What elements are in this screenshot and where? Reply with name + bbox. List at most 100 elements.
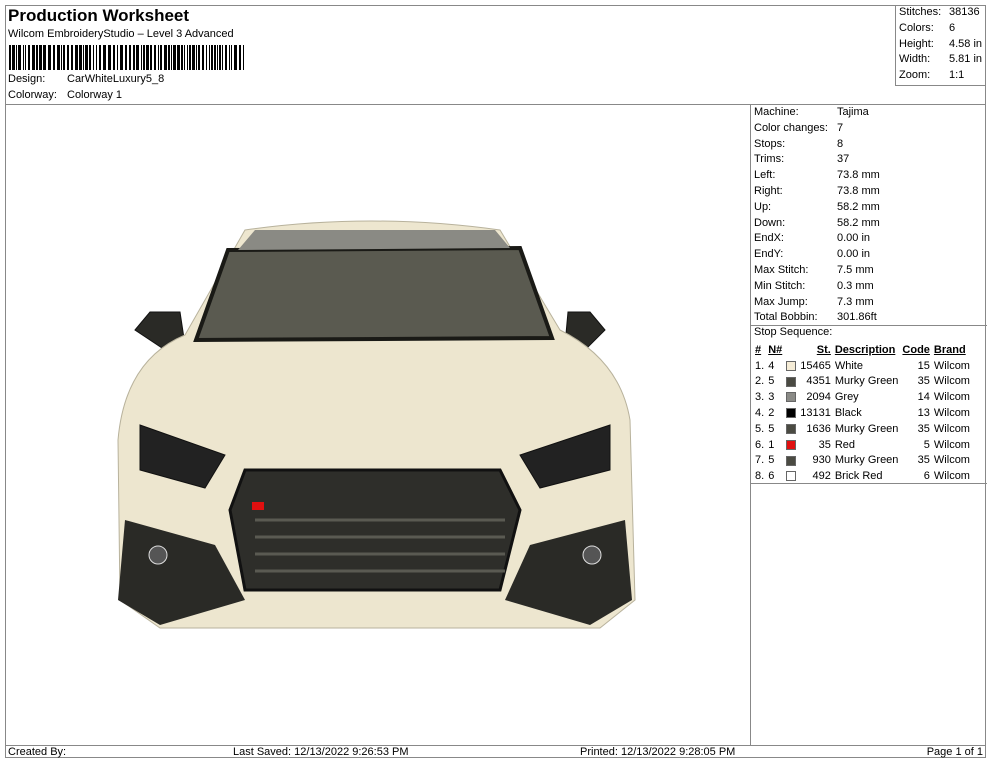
brand: Wilcom xyxy=(933,391,970,404)
stop-index: 1. xyxy=(755,359,765,372)
code: 35 xyxy=(917,422,930,435)
car-windshield xyxy=(193,245,555,343)
stop-sequence-label: Stop Sequence: xyxy=(754,326,833,338)
column-header: Brand xyxy=(933,343,966,356)
code: 5 xyxy=(923,438,930,451)
description: Brick Red xyxy=(834,470,883,483)
description: Black xyxy=(834,407,862,420)
code: 35 xyxy=(917,375,930,388)
stop-sequence-table: # N# St. Description Code Brand 1. 4 15465 White… xyxy=(753,342,972,484)
color-swatch xyxy=(784,437,798,453)
page-number: Page 1 of 1 xyxy=(926,746,983,758)
needle: 5 xyxy=(768,454,775,467)
machine-key: Right: xyxy=(754,185,783,197)
summary-value: 38136 xyxy=(949,6,980,18)
machine-key: Color changes: xyxy=(754,121,828,134)
machine-key: Left: xyxy=(754,169,776,182)
machine-value: 8 xyxy=(837,137,844,150)
stitches: 930 xyxy=(812,454,831,467)
car-badge-red xyxy=(252,502,264,510)
machine-row: Down: 58.2 mm xyxy=(754,216,880,229)
footer: Created By: Last Saved: 12/13/2022 9:26:… xyxy=(5,745,986,758)
design-preview xyxy=(6,106,749,744)
machine-key: EndX: xyxy=(754,232,784,245)
description: Red xyxy=(834,438,856,451)
stitches: 35 xyxy=(818,438,831,451)
design-row: Design: CarWhiteLuxury5_8 xyxy=(8,73,164,85)
machine-info-panel: Stop Sequence: # N# St. Description Code Bran… xyxy=(750,105,987,745)
brand: Wilcom xyxy=(933,470,970,483)
stop-index: 3. xyxy=(755,391,765,404)
machine-value: 301.86ft xyxy=(837,311,877,324)
stitches: 2094 xyxy=(806,391,831,404)
software-name: Wilcom EmbroideryStudio – Level 3 Advanc… xyxy=(8,28,234,40)
summary-value: 1:1 xyxy=(949,69,965,82)
description: Grey xyxy=(834,391,859,404)
needle: 6 xyxy=(768,470,775,483)
colorway-label: Colorway: xyxy=(8,89,57,101)
divider xyxy=(751,483,987,484)
summary-row: Width: 5.81 in xyxy=(899,53,982,65)
brand: Wilcom xyxy=(933,438,970,451)
needle: 5 xyxy=(768,422,775,435)
machine-value: 7.3 mm xyxy=(837,295,874,308)
needle: 5 xyxy=(768,375,775,388)
color-swatch xyxy=(784,405,798,421)
car-roof-strip xyxy=(238,230,510,250)
machine-key: Stops: xyxy=(754,137,786,150)
color-swatch xyxy=(784,453,798,469)
summary-key: Colors: xyxy=(899,21,934,34)
stop-index: 8. xyxy=(755,470,765,483)
machine-key: EndY: xyxy=(754,248,784,261)
code: 14 xyxy=(917,391,930,404)
column-header: # xyxy=(755,343,762,356)
stop-index: 6. xyxy=(755,438,765,451)
brand: Wilcom xyxy=(933,407,970,420)
stitches: 492 xyxy=(812,470,831,483)
description: Murky Green xyxy=(834,375,899,388)
brand: Wilcom xyxy=(933,375,970,388)
stop-index: 2. xyxy=(755,375,765,388)
summary-row: Zoom: 1:1 xyxy=(899,69,964,81)
barcode xyxy=(9,45,244,70)
machine-value: 0.00 in xyxy=(837,232,871,245)
table-row: 1. 4 15465 White 15 Wilcom xyxy=(753,358,972,374)
description: Murky Green xyxy=(834,454,899,467)
summary-row: Height: 4.58 in xyxy=(899,37,982,50)
summary-value: 5.81 in xyxy=(949,53,983,66)
machine-row: Trims: 37 xyxy=(754,153,849,165)
summary-key: Height: xyxy=(899,37,934,50)
table-row: 6. 1 35 Red 5 Wilcom xyxy=(753,437,972,453)
summary-row: Stitches: 38136 xyxy=(899,6,980,18)
stitches: 4351 xyxy=(806,375,831,388)
machine-value: 58.2 mm xyxy=(837,200,880,213)
table-row: 8. 6 492 Brick Red 6 Wilcom xyxy=(753,468,972,484)
page-title: Production Worksheet xyxy=(8,6,190,25)
machine-row: Stops: 8 xyxy=(754,137,843,150)
machine-value: 7 xyxy=(837,121,844,134)
machine-row: Max Stitch: 7.5 mm xyxy=(754,264,874,276)
brand: Wilcom xyxy=(933,422,970,435)
stop-index: 5. xyxy=(755,422,765,435)
printed-date: Printed: 12/13/2022 9:28:05 PM xyxy=(580,746,736,758)
colorway-value: Colorway 1 xyxy=(67,89,123,101)
code: 13 xyxy=(917,407,930,420)
machine-value: 73.8 mm xyxy=(837,169,880,182)
color-swatch xyxy=(784,468,798,484)
stop-index: 4. xyxy=(755,407,765,420)
machine-key: Down: xyxy=(754,216,786,229)
machine-key: Machine: xyxy=(754,106,799,118)
summary-value: 4.58 in xyxy=(949,37,983,50)
machine-value: Tajima xyxy=(837,106,869,118)
machine-key: Max Stitch: xyxy=(754,264,809,276)
table-row: 3. 3 2094 Grey 14 Wilcom xyxy=(753,389,972,405)
machine-key: Min Stitch: xyxy=(754,279,806,292)
machine-row: Up: 58.2 mm xyxy=(754,201,880,213)
color-swatch xyxy=(784,374,798,390)
color-swatch xyxy=(784,358,798,374)
machine-value: 0.3 mm xyxy=(837,279,874,292)
header: Production Worksheet Wilcom EmbroiderySt… xyxy=(5,5,986,105)
table-row: 4. 2 13131 Black 13 Wilcom xyxy=(753,405,972,421)
description: Murky Green xyxy=(834,422,899,435)
stitches: 1636 xyxy=(806,422,831,435)
